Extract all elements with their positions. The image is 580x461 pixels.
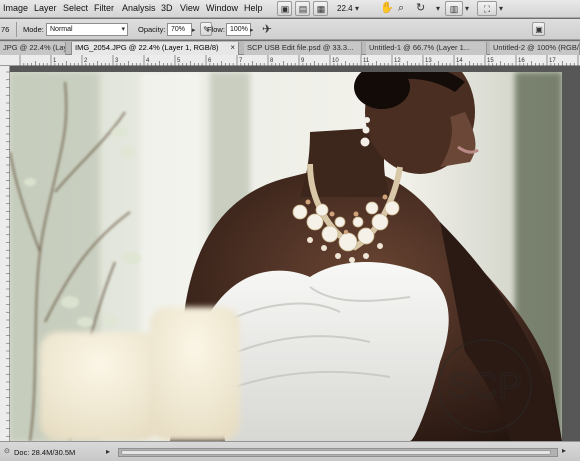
- arrange-documents-button[interactable]: ▥: [445, 1, 463, 16]
- ruler-label: 1: [53, 58, 57, 64]
- options-bar: 76 Mode: Normal ▾ Opacity: 70% ▸ ✎ Flow:…: [0, 19, 580, 40]
- menu-filter[interactable]: Filter: [94, 3, 114, 13]
- screen-mode-dropdown-icon[interactable]: ▾: [499, 1, 503, 16]
- status-zoom-icon: ⊙: [4, 448, 10, 455]
- ruler-label: 3: [115, 58, 119, 64]
- zoom-dropdown-icon[interactable]: ▾: [355, 1, 359, 16]
- document-tab-bar: JPG @ 22.4% (Lay... IMG_2054.JPG @ 22.4%…: [0, 41, 580, 55]
- arrange-icon: ▥: [449, 4, 459, 14]
- rotate-view-icon[interactable]: ↻: [416, 1, 425, 16]
- ruler-label: 5: [177, 58, 181, 64]
- divider: [16, 22, 17, 37]
- tab-label: Untitled-2 @ 100% (RGB/8) ×: [493, 43, 579, 52]
- tab-img-2054[interactable]: IMG_2054.JPG @ 22.4% (Layer 1, RGB/8) ×: [71, 42, 239, 55]
- ruler-label: 4: [146, 58, 150, 64]
- ruler-label: 7: [239, 58, 243, 64]
- zoom-level[interactable]: 22.4: [337, 4, 353, 13]
- minibridge-button[interactable]: ▤: [295, 1, 310, 16]
- ruler-label: 6: [208, 58, 212, 64]
- menu-select[interactable]: Select: [63, 3, 88, 13]
- mode-label: Mode:: [23, 25, 44, 34]
- horizontal-scrollbar[interactable]: [118, 448, 558, 457]
- menu-help[interactable]: Help: [244, 3, 263, 13]
- ruler-label: 16: [518, 58, 525, 64]
- ruler-label: 11: [363, 58, 370, 64]
- vertical-ruler-ticks: [6, 71, 10, 437]
- brush-size[interactable]: 76: [1, 25, 9, 34]
- flow-label: Flow:: [207, 25, 225, 34]
- dropdown-icon[interactable]: ▾: [436, 1, 440, 16]
- opacity-input[interactable]: 70%: [167, 23, 192, 36]
- ruler-label: 13: [425, 58, 432, 64]
- screen-mode-button[interactable]: ⛶: [477, 1, 497, 16]
- tab-label: IMG_2054.JPG @ 22.4% (Layer 1, RGB/8): [75, 43, 219, 52]
- mode-value: Normal: [50, 26, 73, 33]
- ruler-label: 2: [84, 58, 88, 64]
- ruler-label: 8: [270, 58, 274, 64]
- svg-text:SCP: SCP: [448, 365, 522, 406]
- airbrush-icon[interactable]: ✈: [262, 22, 272, 37]
- bridge-button[interactable]: ▣: [277, 1, 292, 16]
- opacity-dropdown-icon[interactable]: ▸: [192, 23, 196, 38]
- close-icon[interactable]: ×: [230, 42, 235, 54]
- ruler-label: 10: [332, 58, 339, 64]
- photo-bride-portrait: SCP: [10, 72, 562, 441]
- vertical-ruler: [0, 66, 10, 441]
- arrange-dropdown-icon[interactable]: ▾: [465, 1, 469, 16]
- tab-untitled-2[interactable]: Untitled-2 @ 100% (RGB/8) ×: [490, 42, 580, 55]
- opacity-value: 70%: [171, 26, 186, 33]
- flow-value: 100%: [230, 26, 248, 33]
- flow-dropdown-icon[interactable]: ▸: [250, 23, 254, 38]
- scroll-right-icon[interactable]: ▸: [562, 446, 566, 455]
- menu-image[interactable]: Image: [3, 3, 28, 13]
- tablet-icon: ▣: [535, 25, 543, 34]
- ruler-label: 12: [394, 58, 401, 64]
- tablet-pressure-button[interactable]: ▣: [532, 22, 545, 36]
- tab-document-1[interactable]: JPG @ 22.4% (Lay...: [0, 42, 66, 55]
- ruler-label: 15: [487, 58, 494, 64]
- horizontal-ruler: 123456789101112131415161718: [0, 55, 580, 66]
- tab-label: SCP USB Edit file.psd @ 33.3...: [247, 43, 354, 52]
- document-canvas[interactable]: SCP: [10, 66, 580, 441]
- menu-layer[interactable]: Layer: [34, 3, 57, 13]
- tab-scp-usb-edit[interactable]: SCP USB Edit file.psd @ 33.3...: [244, 42, 362, 55]
- opacity-label: Opacity:: [138, 25, 166, 34]
- ruler-label: 17: [549, 58, 556, 64]
- document-size-info: Doc: 28.4M/30.5M: [14, 448, 76, 457]
- hand-tool-icon[interactable]: ✋: [380, 1, 394, 16]
- screen-mode-icon: ⛶: [483, 4, 491, 14]
- ruler-label: 9: [301, 58, 305, 64]
- menu-window[interactable]: Window: [206, 3, 238, 13]
- minibridge-icon: ▤: [298, 4, 308, 14]
- tab-untitled-1[interactable]: Untitled-1 @ 66.7% (Layer 1...: [366, 42, 487, 55]
- flow-input[interactable]: 100%: [226, 23, 251, 36]
- mode-select[interactable]: Normal ▾: [46, 23, 128, 36]
- scrollbar-thumb[interactable]: [121, 450, 551, 455]
- menu-analysis[interactable]: Analysis: [122, 3, 156, 13]
- view-extras-icon: ▦: [316, 4, 326, 14]
- status-bar: ⊙ Doc: 28.4M/30.5M ▸ ▸: [0, 441, 580, 461]
- ruler-label: 14: [456, 58, 463, 64]
- ruler-ticks: 123456789101112131415161718: [19, 55, 579, 66]
- tab-label: Untitled-1 @ 66.7% (Layer 1...: [369, 43, 470, 52]
- status-menu-arrow-icon[interactable]: ▸: [106, 447, 110, 456]
- view-extras-button[interactable]: ▦: [313, 1, 328, 16]
- menu-view[interactable]: View: [180, 3, 199, 13]
- zoom-tool-icon[interactable]: ⌕: [398, 1, 404, 16]
- chevron-down-icon: ▾: [121, 26, 125, 33]
- menu-bar: Image Layer Select Filter Analysis 3D Vi…: [0, 0, 580, 18]
- menu-3d[interactable]: 3D: [161, 3, 173, 13]
- tab-label: JPG @ 22.4% (Lay...: [3, 43, 65, 52]
- bridge-icon: ▣: [280, 4, 290, 14]
